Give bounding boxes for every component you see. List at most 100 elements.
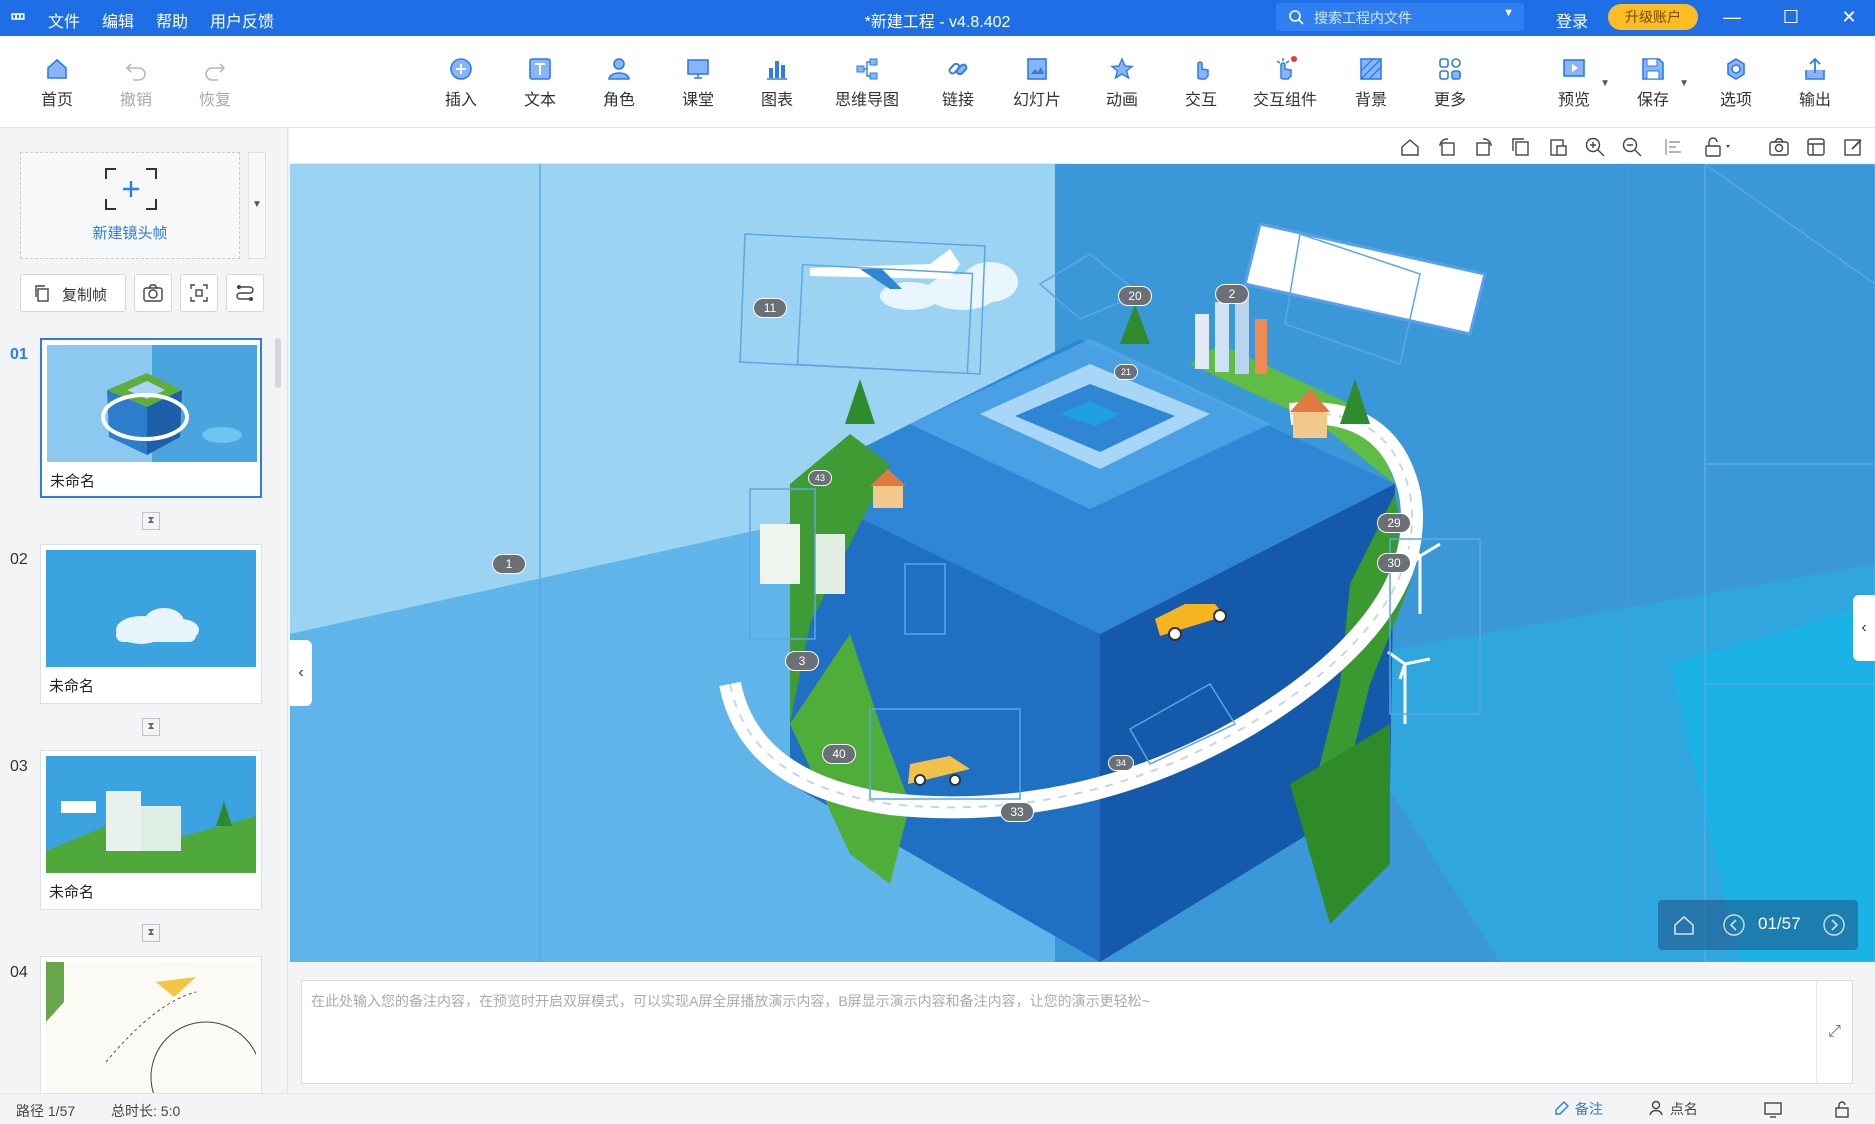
- path-marker[interactable]: 40: [822, 744, 856, 764]
- copy-icon[interactable]: [1510, 136, 1532, 158]
- path-marker[interactable]: 1: [492, 554, 526, 574]
- layers-icon[interactable]: [1805, 136, 1827, 158]
- frame-thumbnail-04[interactable]: [40, 956, 262, 1094]
- search-input[interactable]: 搜索工程内文件 ▼: [1276, 3, 1524, 31]
- path-settings-button[interactable]: [226, 274, 264, 312]
- minimize-button[interactable]: —: [1707, 0, 1757, 36]
- rotate-left-icon[interactable]: [1436, 136, 1458, 158]
- home-icon[interactable]: [1672, 913, 1696, 937]
- export-button[interactable]: 输出: [1775, 56, 1855, 110]
- new-frame-button[interactable]: 新建镜头帧: [20, 152, 240, 259]
- login-link[interactable]: 登录: [1556, 8, 1588, 32]
- frame-number: 02: [10, 551, 28, 568]
- menu-feedback[interactable]: 用户反馈: [210, 8, 274, 32]
- fit-frame-button[interactable]: [180, 274, 218, 312]
- mindmap-button[interactable]: 思维导图: [827, 56, 907, 110]
- home-button[interactable]: 首页: [17, 56, 97, 110]
- background-button[interactable]: 背景: [1331, 56, 1411, 110]
- previous-frame-icon[interactable]: [1722, 913, 1746, 937]
- lock-icon[interactable]: [1703, 136, 1735, 158]
- sidebar-scrollbar[interactable]: [275, 338, 281, 388]
- preview-button[interactable]: 预览 ▼: [1534, 56, 1614, 110]
- transition-icon[interactable]: ⧗: [142, 718, 160, 736]
- menu-help[interactable]: 帮助: [156, 8, 188, 32]
- frame-name[interactable]: 未命名: [49, 881, 94, 902]
- frame-thumbnail-02[interactable]: 未命名: [40, 544, 262, 704]
- canvas-toolbar: [290, 128, 1875, 164]
- capture-button[interactable]: [134, 274, 172, 312]
- path-marker[interactable]: 11: [753, 298, 787, 318]
- undo-button[interactable]: 撤销: [96, 56, 176, 110]
- zoom-in-icon[interactable]: [1584, 136, 1606, 158]
- editor-canvas[interactable]: 1 2 3 11 20 21 29 30 33 34 40 43: [290, 164, 1875, 962]
- transition-icon[interactable]: ⧗: [142, 924, 160, 942]
- frame-thumbnail-03[interactable]: 未命名: [40, 750, 262, 910]
- frame-name[interactable]: 未命名: [49, 675, 94, 696]
- interact-button[interactable]: 交互: [1161, 56, 1241, 110]
- more-button[interactable]: 更多: [1410, 56, 1490, 110]
- widget-button[interactable]: 交互组件: [1245, 56, 1325, 110]
- search-dropdown-icon[interactable]: ▼: [1503, 7, 1514, 19]
- animation-button[interactable]: 动画: [1082, 56, 1162, 110]
- options-button[interactable]: 选项: [1696, 56, 1776, 110]
- link-button[interactable]: 链接: [918, 56, 998, 110]
- path-marker[interactable]: 33: [1000, 802, 1034, 822]
- path-marker[interactable]: 21: [1114, 364, 1138, 380]
- screen-icon[interactable]: [1763, 1101, 1783, 1119]
- path-marker[interactable]: 30: [1377, 553, 1411, 573]
- edit-icon[interactable]: [1842, 136, 1864, 158]
- new-frame-dropdown[interactable]: ▼: [248, 152, 266, 259]
- unlock-icon[interactable]: [1832, 1100, 1852, 1118]
- align-icon[interactable]: [1663, 136, 1685, 158]
- next-frame-icon[interactable]: [1822, 913, 1846, 937]
- slide-button[interactable]: 幻灯片: [997, 56, 1077, 110]
- paste-icon[interactable]: [1547, 136, 1569, 158]
- path-marker[interactable]: 34: [1108, 755, 1134, 771]
- expand-panel-button[interactable]: ‹: [1853, 595, 1875, 661]
- menu-edit[interactable]: 编辑: [102, 8, 134, 32]
- path-marker[interactable]: 20: [1118, 286, 1152, 306]
- chart-button[interactable]: 图表: [737, 56, 817, 110]
- text-button[interactable]: 文本: [500, 56, 580, 110]
- undo-icon: [125, 63, 146, 81]
- frame-preview: [47, 345, 257, 462]
- zoom-out-icon[interactable]: [1621, 136, 1643, 158]
- rollcall-button[interactable]: 点名: [1648, 1099, 1698, 1119]
- role-button[interactable]: 角色: [579, 56, 659, 110]
- frame-thumbnail-01[interactable]: 未命名: [40, 338, 262, 498]
- gear-icon: [1727, 58, 1745, 80]
- frame-sidebar: 新建镜头帧 ▼ 复制帧 01 未命名 ⧗ 02 未命名 ⧗ 03 未命名 ⧗ 0…: [0, 128, 288, 1094]
- slide-label: 幻灯片: [1012, 92, 1061, 109]
- preview-dropdown-icon[interactable]: ▼: [1600, 78, 1610, 89]
- menu-file[interactable]: 文件: [48, 8, 80, 32]
- expand-notes-icon[interactable]: ⤢: [1816, 981, 1852, 1083]
- transition-icon[interactable]: ⧗: [142, 512, 160, 530]
- path-marker[interactable]: 3: [785, 651, 819, 671]
- upgrade-button[interactable]: 升级账户: [1608, 4, 1698, 30]
- path-marker[interactable]: 29: [1377, 513, 1411, 533]
- path-marker[interactable]: 43: [808, 470, 832, 486]
- copy-frame-button[interactable]: 复制帧: [20, 274, 126, 312]
- save-button[interactable]: 保存 ▼: [1613, 56, 1693, 110]
- classroom-button[interactable]: 课堂: [658, 56, 738, 110]
- text-label: 文本: [523, 92, 556, 109]
- maximize-button[interactable]: ☐: [1766, 0, 1816, 36]
- insert-button[interactable]: 插入: [421, 56, 501, 110]
- home-view-icon[interactable]: [1399, 136, 1421, 158]
- home-icon: [47, 58, 67, 79]
- notes-toggle[interactable]: 备注: [1553, 1099, 1603, 1119]
- rotate-right-icon[interactable]: [1473, 136, 1495, 158]
- path-marker[interactable]: 2: [1215, 284, 1249, 304]
- person-icon: [608, 58, 630, 80]
- close-button[interactable]: ✕: [1824, 0, 1874, 36]
- frame-name[interactable]: 未命名: [50, 470, 95, 491]
- save-dropdown-icon[interactable]: ▼: [1679, 78, 1689, 89]
- undo-label: 撤销: [119, 92, 152, 109]
- role-label: 角色: [602, 92, 635, 109]
- screenshot-icon[interactable]: [1768, 136, 1790, 158]
- pointer-hand-icon: [1197, 61, 1209, 80]
- collapse-sidebar-button[interactable]: ‹: [290, 640, 312, 706]
- grid-icon: [1439, 58, 1461, 80]
- notes-input[interactable]: 在此处输入您的备注内容，在预览时开启双屏模式，可以实现A屏全屏播放演示内容，B屏…: [301, 980, 1853, 1084]
- redo-button[interactable]: 恢复: [175, 56, 255, 110]
